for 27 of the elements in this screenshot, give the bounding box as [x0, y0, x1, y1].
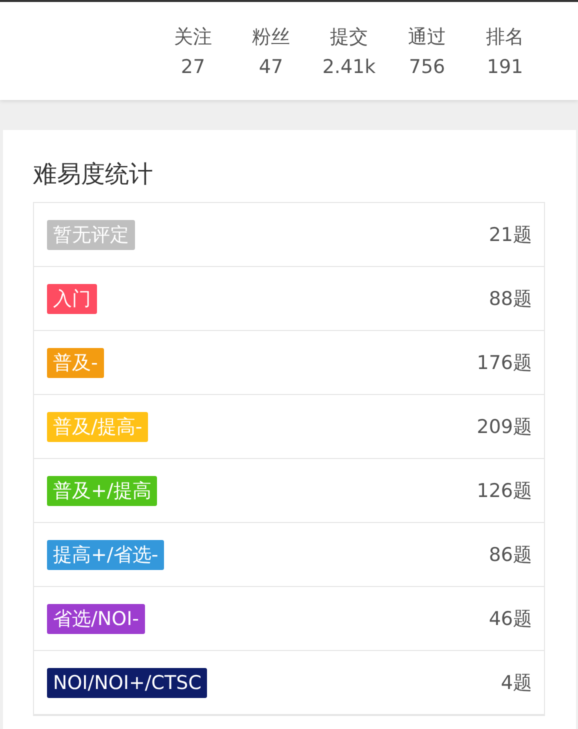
difficulty-tag: 入门 [47, 284, 97, 314]
problem-count: 209题 [476, 414, 532, 440]
stat-value: 2.41k [322, 55, 376, 80]
stat-label: 粉丝 [252, 25, 290, 50]
difficulty-tag: 暂无评定 [47, 220, 135, 250]
difficulty-tag: 普及/提高- [47, 412, 148, 442]
problem-count: 126题 [476, 478, 532, 504]
stat-value: 191 [486, 55, 524, 80]
stat-value: 27 [180, 55, 206, 80]
problem-count: 176题 [476, 350, 532, 376]
section-title: 难易度统计 [33, 159, 154, 190]
stat-label: 关注 [174, 25, 212, 50]
problem-count: 88题 [488, 286, 532, 312]
difficulty-tag: 普及+/提高 [47, 476, 158, 506]
stat-label: 排名 [486, 25, 524, 50]
difficulty-tag: 普及- [47, 348, 104, 378]
problem-count: 4题 [500, 670, 532, 696]
stat-value: 47 [258, 55, 284, 80]
difficulty-tag: 提高+/省选- [47, 540, 164, 570]
stat-label: 提交 [330, 25, 368, 50]
difficulty-tag: 省选/NOI- [47, 604, 146, 634]
problem-count: 46题 [488, 606, 532, 632]
difficulty-tag: NOI/NOI+/CTSC [47, 668, 208, 698]
problem-count: 86题 [488, 542, 532, 568]
stat-value: 756 [408, 55, 446, 80]
problem-count: 21题 [488, 222, 532, 248]
stat-label: 通过 [408, 25, 446, 50]
